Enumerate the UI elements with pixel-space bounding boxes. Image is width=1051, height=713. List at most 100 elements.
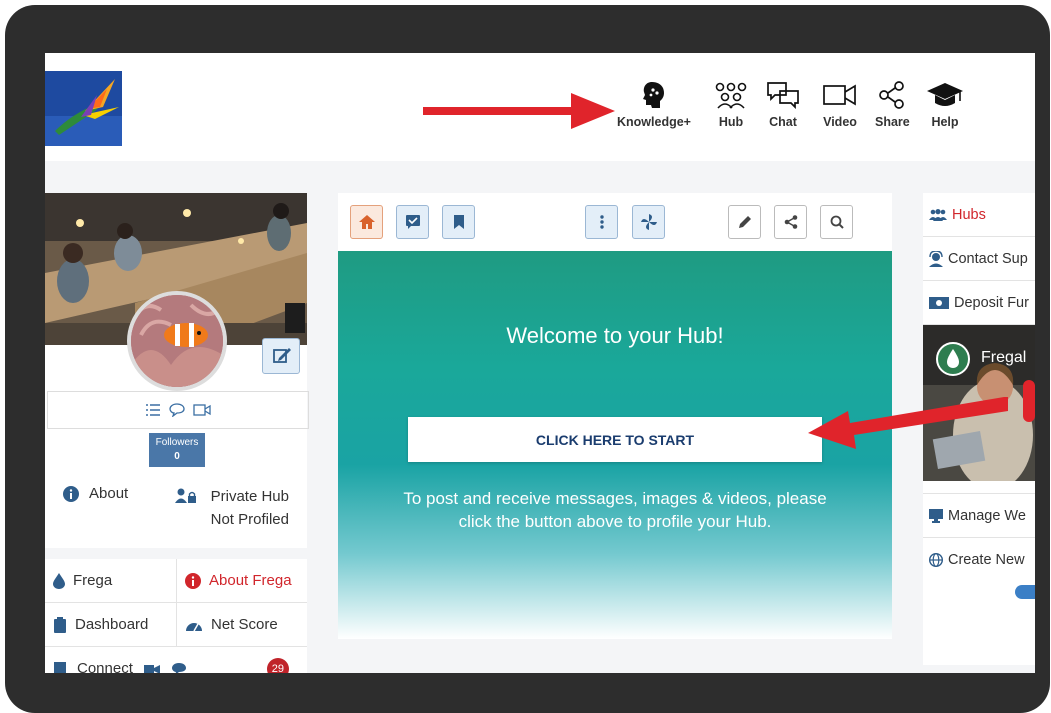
check-message-icon <box>405 215 420 229</box>
about-link[interactable]: About <box>63 485 128 502</box>
compose-button[interactable] <box>728 205 761 239</box>
address-book-icon <box>54 661 66 673</box>
contact-label: Contact Sup <box>948 250 1028 267</box>
nav-help-label: Help <box>931 115 959 129</box>
top-navbar: Knowledge+ Hub Chat Video Share Help <box>45 53 1035 161</box>
site-logo[interactable] <box>45 71 122 146</box>
menu-item-net-score[interactable]: Net Score <box>176 603 307 646</box>
user-lock-icon <box>175 488 196 503</box>
list-icon[interactable] <box>145 403 161 417</box>
hubs-link[interactable]: Hubs <box>923 193 1035 237</box>
hub-instructions: To post and receive messages, images & v… <box>403 489 827 531</box>
bookmark-icon <box>453 215 464 229</box>
support-agent-icon <box>929 250 943 267</box>
nav-knowledge[interactable]: Knowledge+ <box>617 81 691 129</box>
hub-panel: Welcome to your Hub! CLICK HERE TO START… <box>338 193 892 639</box>
menu-row: Connect 29 <box>45 647 307 673</box>
video-icon <box>143 664 160 673</box>
manage-label: Manage We <box>948 507 1026 524</box>
menu-row: Dashboard Net Score <box>45 603 307 647</box>
comment-icon <box>171 662 186 673</box>
money-icon <box>929 296 949 309</box>
home-button[interactable] <box>350 205 383 239</box>
gauge-icon <box>186 622 202 631</box>
left-menu: Frega About Frega Dashboard Net Score Co… <box>45 559 307 673</box>
comment-icon[interactable] <box>169 403 185 417</box>
search-icon <box>830 215 844 229</box>
nav-video-label: Video <box>823 115 857 129</box>
nav-help[interactable]: Help <box>926 81 964 129</box>
profile-card: Followers 0 About Private Hub Not Profil… <box>45 193 309 548</box>
edit-icon <box>273 348 291 363</box>
deposit-funds-link[interactable]: Deposit Fur <box>923 281 1035 325</box>
share-icon <box>879 81 905 109</box>
pinwheel-icon <box>640 214 657 230</box>
nav-chat-label: Chat <box>769 115 797 129</box>
video-title: Fregal <box>981 349 1027 366</box>
video-icon[interactable] <box>193 403 211 417</box>
vertical-dots-icon <box>599 215 604 229</box>
menu-item-label: Frega <box>73 572 113 589</box>
menu-item-label: Connect <box>77 660 133 673</box>
app-screen: Knowledge+ Hub Chat Video Share Help Fol… <box>45 53 1035 673</box>
globe-icon <box>929 552 943 567</box>
click-here-to-start-button[interactable]: CLICK HERE TO START <box>408 417 822 462</box>
hub-welcome-banner: Welcome to your Hub! CLICK HERE TO START… <box>338 251 892 639</box>
avatar[interactable] <box>127 291 227 391</box>
search-button[interactable] <box>820 205 853 239</box>
nav-chat[interactable]: Chat <box>766 81 800 129</box>
create-new-label: Create New <box>948 551 1025 568</box>
about-label: About <box>89 485 129 502</box>
share-icon <box>784 215 797 229</box>
create-new-link[interactable]: Create New <box>923 538 1035 581</box>
pencil-icon <box>738 216 751 228</box>
brain-icon <box>642 82 664 108</box>
nav-hub-label: Hub <box>718 115 744 129</box>
notification-badge: 29 <box>266 657 289 673</box>
nav-share[interactable]: Share <box>875 81 910 129</box>
menu-item-connect[interactable]: Connect 29 <box>45 647 307 673</box>
home-icon <box>358 215 375 229</box>
hub-welcome-title: Welcome to your Hub! <box>506 323 724 348</box>
device-frame: Knowledge+ Hub Chat Video Share Help Fol… <box>5 5 1050 713</box>
frega-logo-button[interactable] <box>632 205 665 239</box>
menu-row: Frega About Frega <box>45 559 307 603</box>
clipboard-icon <box>54 616 66 633</box>
menu-item-label: Net Score <box>211 616 278 633</box>
right-column: Hubs Contact Sup Deposit Fur Fregal Mana… <box>923 193 1035 673</box>
followers-badge[interactable]: Followers 0 <box>149 433 205 467</box>
nav-share-label: Share <box>875 115 910 129</box>
hub-privacy: Private Hub Not Profiled <box>175 485 289 531</box>
hub-toolbar <box>338 193 892 251</box>
right-gap <box>923 665 1035 673</box>
drop-icon <box>53 572 65 589</box>
info-icon <box>63 485 79 502</box>
contact-support-link[interactable]: Contact Sup <box>923 237 1035 281</box>
nav-video[interactable]: Video <box>822 81 858 129</box>
more-options-button[interactable] <box>585 205 618 239</box>
monitor-icon <box>929 508 943 523</box>
deposit-label: Deposit Fur <box>954 294 1029 311</box>
menu-item-about-frega[interactable]: About Frega <box>176 559 307 602</box>
video-icon <box>823 84 856 106</box>
followers-label: Followers <box>155 437 199 448</box>
nav-hub[interactable]: Hub <box>712 81 750 129</box>
toggle-pill[interactable] <box>1015 585 1035 599</box>
edit-profile-button[interactable] <box>262 338 300 374</box>
tasks-button[interactable] <box>396 205 429 239</box>
chat-icon <box>767 82 799 109</box>
manage-link[interactable]: Manage We <box>923 493 1035 538</box>
menu-item-frega[interactable]: Frega <box>45 559 176 602</box>
right-lower-menu: Manage We Create New <box>923 493 1035 599</box>
menu-item-label: Dashboard <box>75 616 149 633</box>
nav-knowledge-label: Knowledge+ <box>617 115 691 129</box>
bookmark-button[interactable] <box>442 205 475 239</box>
followers-count: 0 <box>174 451 180 462</box>
profile-action-icons <box>47 391 309 429</box>
users-icon <box>715 82 747 109</box>
menu-item-dashboard[interactable]: Dashboard <box>45 603 176 646</box>
users-icon <box>929 208 947 221</box>
share-button[interactable] <box>774 205 807 239</box>
info-icon <box>185 572 201 589</box>
video-thumbnail[interactable]: Fregal <box>923 325 1035 481</box>
